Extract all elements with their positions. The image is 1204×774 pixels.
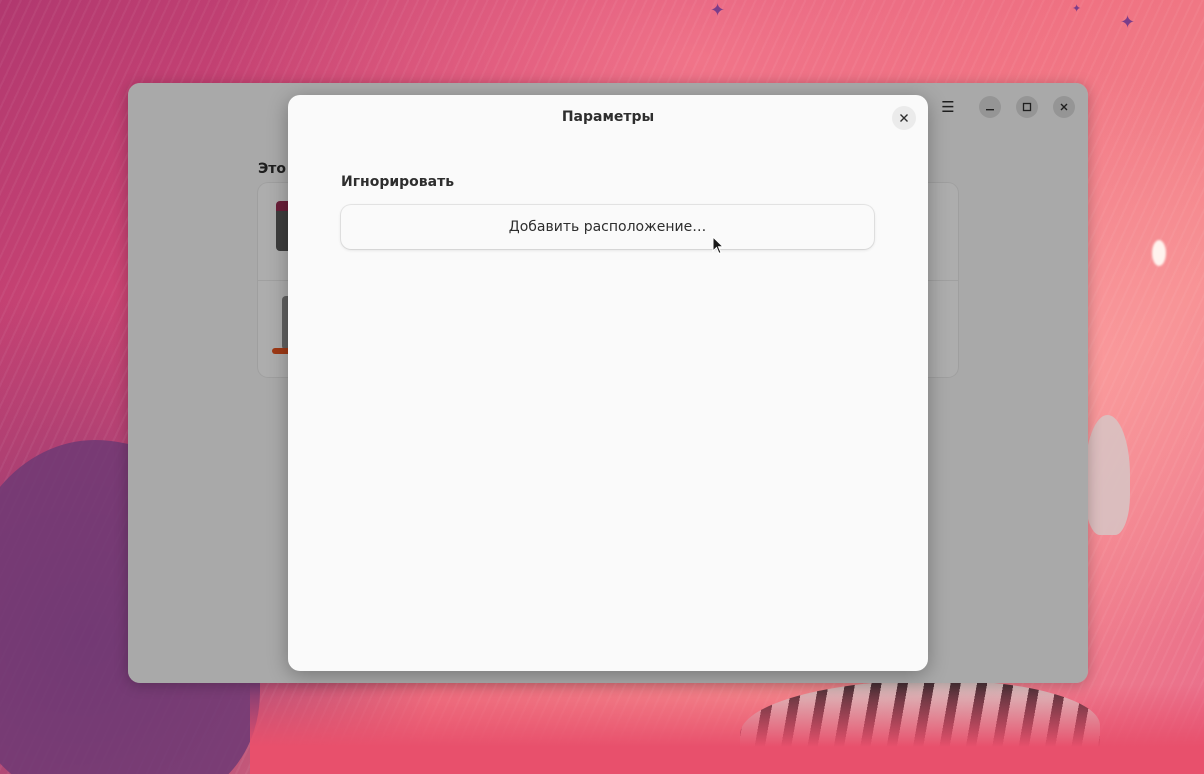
close-icon [900, 114, 908, 122]
add-location-label: Добавить расположение… [508, 219, 707, 235]
add-location-button[interactable]: Добавить расположение… [341, 205, 874, 249]
wallpaper-star-icon: ✦ [1120, 12, 1136, 33]
wallpaper-creature-head [1085, 415, 1130, 535]
wallpaper-star-icon: ✦ [710, 0, 726, 21]
preferences-dialog: Параметры Игнорировать Добавить располож… [288, 95, 928, 671]
ignore-group-label: Игнорировать [341, 174, 455, 190]
wallpaper-glow [1152, 240, 1166, 266]
wallpaper-star-icon: ✦ [1072, 2, 1082, 15]
wallpaper-grass [250, 684, 1204, 774]
dialog-title: Параметры [561, 109, 655, 125]
mouse-pointer-icon [712, 236, 724, 255]
dialog-close-button[interactable] [892, 106, 916, 130]
